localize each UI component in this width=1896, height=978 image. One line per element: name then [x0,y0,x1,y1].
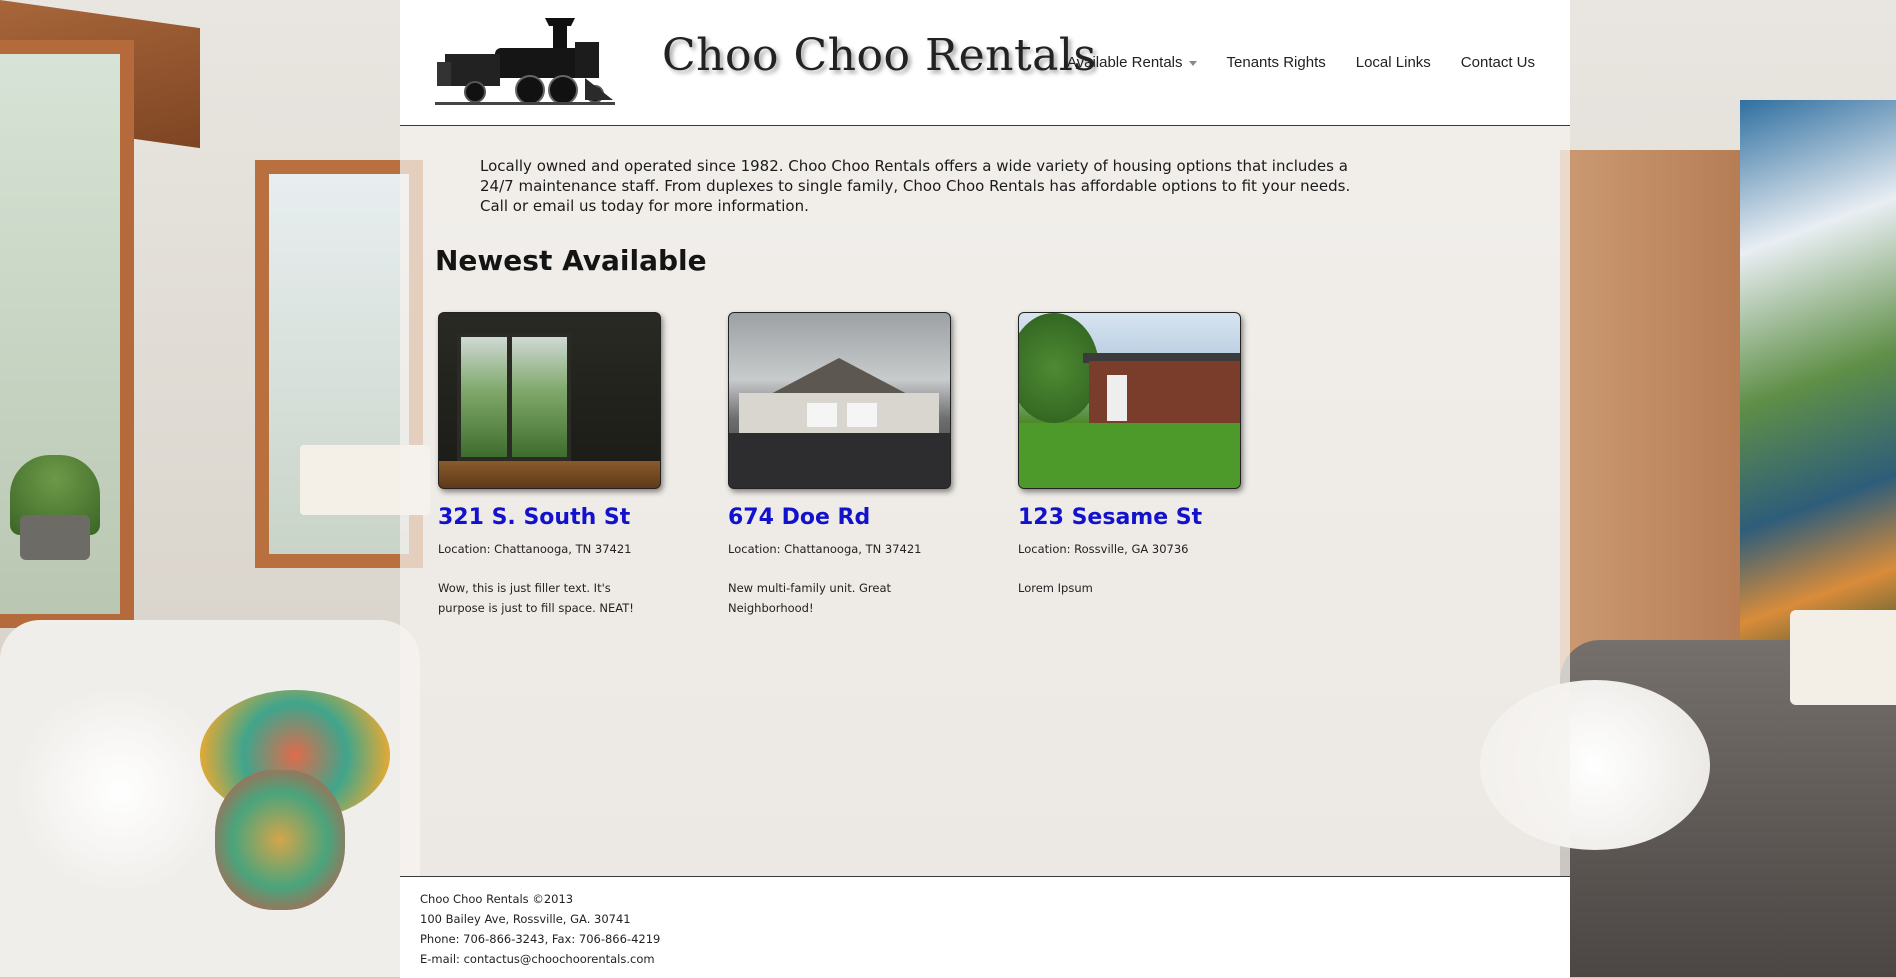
listing-photo[interactable] [438,312,661,489]
footer-phone: Phone: 706-866-3243, Fax: 706-866-4219 [420,932,661,946]
main-nav: Available Rentals Tenants Rights Local L… [1067,54,1535,71]
footer-copyright: Choo Choo Rentals ©2013 [420,892,574,906]
nav-label: Available Rentals [1066,54,1183,71]
section-title: Newest Available [435,244,707,277]
nav-tenants-rights[interactable]: Tenants Rights [1227,54,1326,71]
listing-description: New multi-family unit. Great Neighborhoo… [728,581,892,615]
nav-available-rentals[interactable]: Available Rentals [1067,54,1197,71]
listing-photo[interactable] [728,312,951,489]
listing-photo[interactable] [1018,312,1241,489]
chevron-down-icon [1188,60,1197,66]
intro-paragraph: Locally owned and operated since 1982. C… [480,157,1351,215]
listing-title-link[interactable]: 123 Sesame St [1018,505,1241,530]
nav-local-links[interactable]: Local Links [1356,54,1431,71]
footer-address: 100 Bailey Ave, Rossville, GA. 30741 [420,912,631,926]
listing-title-link[interactable]: 321 S. South St [438,505,661,530]
site-footer: Choo Choo Rentals ©2013 100 Bailey Ave, … [400,876,1570,978]
page-container: Choo Choo Rentals Available Rentals Tena… [400,0,1570,978]
nav-contact-us[interactable]: Contact Us [1461,54,1535,71]
listing-location: Location: Rossville, GA 30736 [1018,542,1189,556]
listing-location: Location: Chattanooga, TN 37421 [438,542,632,556]
listing-card: 674 Doe Rd Location: Chattanooga, TN 374… [728,312,951,618]
site-header: Choo Choo Rentals Available Rentals Tena… [400,0,1570,126]
listing-location: Location: Chattanooga, TN 37421 [728,542,922,556]
listing-description: Wow, this is just filler text. It's purp… [438,581,634,615]
listing-cards: 321 S. South St Location: Chattanooga, T… [438,312,1241,618]
footer-email: E-mail: contactus@choochoorentals.com [420,952,655,966]
listing-card: 123 Sesame St Location: Rossville, GA 30… [1018,312,1241,618]
locomotive-icon[interactable] [435,12,615,112]
site-brand-name[interactable]: Choo Choo Rentals [662,30,1096,90]
listing-description: Lorem Ipsum [1018,581,1093,595]
listing-card: 321 S. South St Location: Chattanooga, T… [438,312,661,618]
listing-title-link[interactable]: 674 Doe Rd [728,505,951,530]
main-content: Locally owned and operated since 1982. C… [400,126,1570,876]
